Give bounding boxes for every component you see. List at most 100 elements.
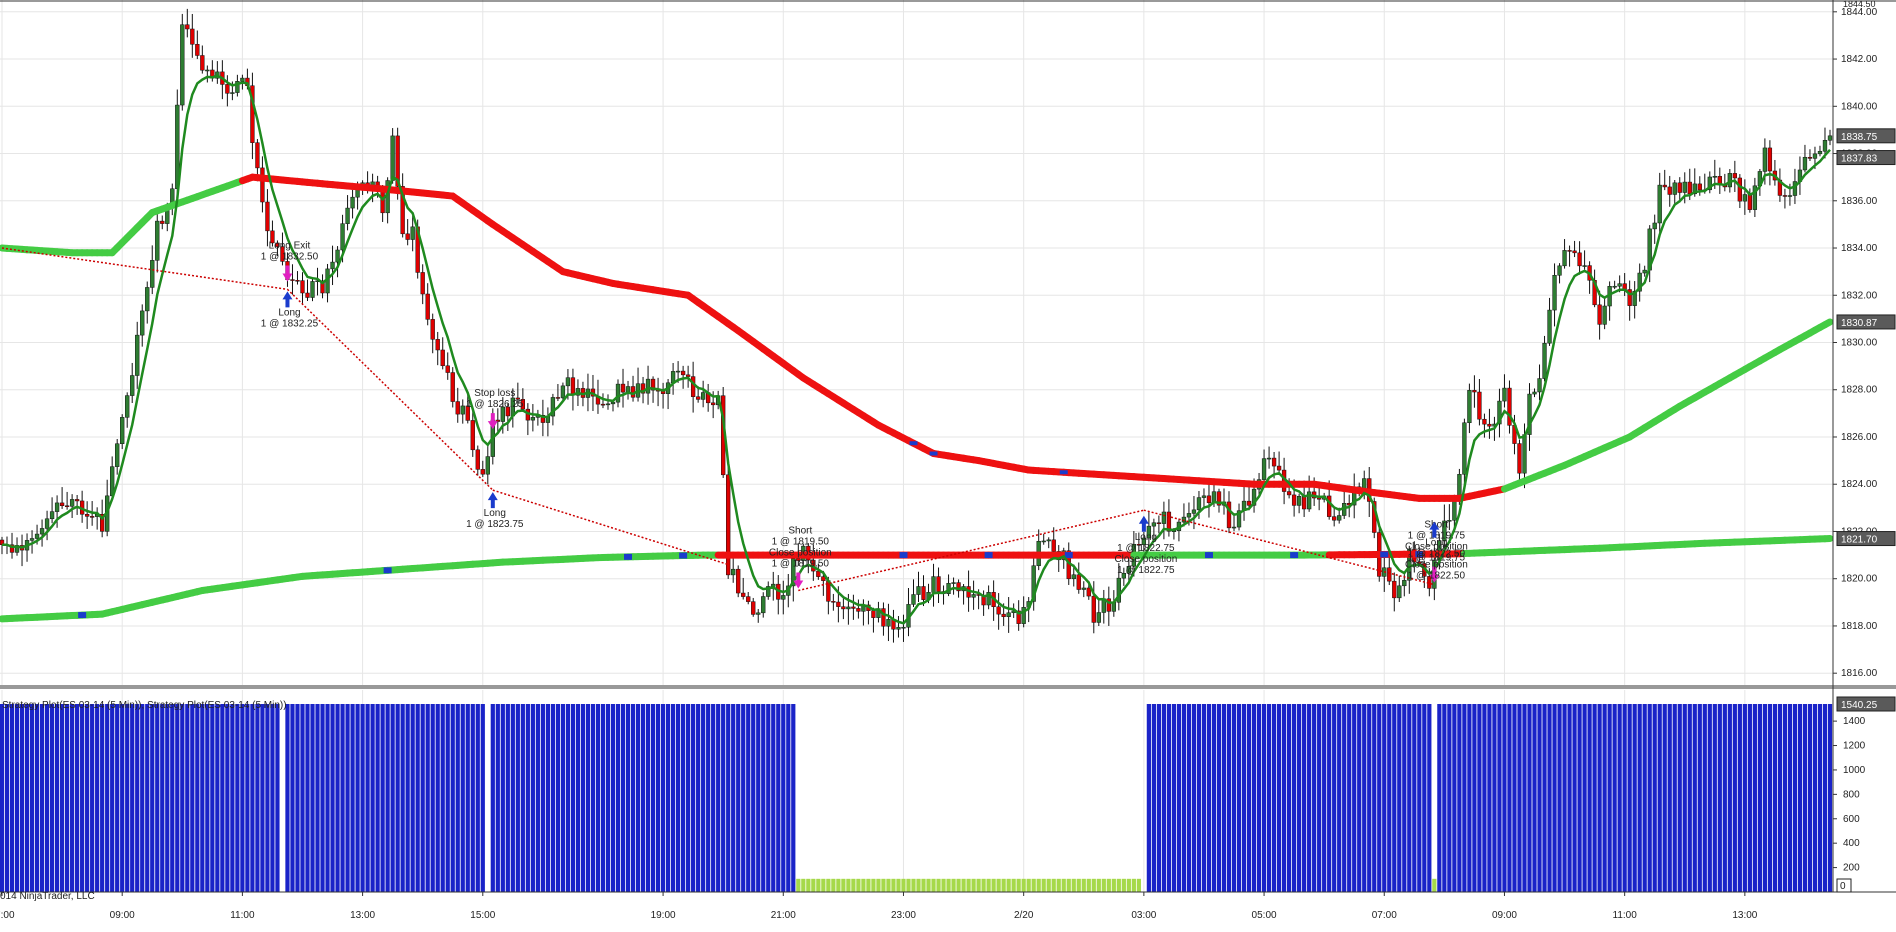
trade-long[interactable]: Long1 @ 1823.75: [466, 492, 524, 530]
candle[interactable]: [1553, 263, 1557, 326]
candle[interactable]: [1262, 449, 1266, 482]
strategy-bar[interactable]: [801, 879, 805, 892]
strategy-bar[interactable]: [611, 704, 615, 892]
strategy-bar[interactable]: [691, 704, 695, 892]
strategy-bar[interactable]: [1202, 704, 1206, 892]
candle[interactable]: [646, 366, 650, 405]
strategy-bar[interactable]: [240, 704, 244, 892]
candle[interactable]: [431, 314, 435, 354]
strategy-bar[interactable]: [371, 704, 375, 892]
candle[interactable]: [406, 219, 410, 245]
strategy-bar[interactable]: [576, 704, 580, 892]
strategy-bar[interactable]: [626, 704, 630, 892]
strategy-bar[interactable]: [1818, 704, 1822, 892]
strategy-bar[interactable]: [841, 879, 845, 892]
candle[interactable]: [326, 264, 330, 302]
candle[interactable]: [691, 362, 695, 413]
strategy-bar[interactable]: [60, 704, 64, 892]
strategy-bar[interactable]: [982, 879, 986, 892]
strategy-bar[interactable]: [260, 704, 264, 892]
strategy-bar[interactable]: [706, 704, 710, 892]
strategy-bar[interactable]: [1728, 704, 1732, 892]
candle[interactable]: [1733, 161, 1737, 192]
candle[interactable]: [185, 9, 189, 37]
strategy-bar[interactable]: [426, 704, 430, 892]
strategy-bar[interactable]: [456, 704, 460, 892]
strategy-bar[interactable]: [1102, 879, 1106, 892]
candle[interactable]: [426, 283, 430, 325]
strategy-bar[interactable]: [1437, 704, 1441, 892]
strategy-bar[interactable]: [200, 704, 204, 892]
strategy-bar[interactable]: [1577, 704, 1581, 892]
candle[interactable]: [115, 439, 119, 475]
strategy-bar[interactable]: [806, 879, 810, 892]
candle[interactable]: [766, 581, 770, 599]
strategy-bar[interactable]: [1457, 704, 1461, 892]
strategy-bar[interactable]: [1162, 704, 1166, 892]
strategy-bar[interactable]: [416, 704, 420, 892]
strategy-bar[interactable]: [105, 704, 109, 892]
strategy-bar[interactable]: [1027, 879, 1031, 892]
strategy-bar[interactable]: [1537, 704, 1541, 892]
strategy-bar[interactable]: [15, 704, 19, 892]
candle[interactable]: [1267, 447, 1271, 469]
candle[interactable]: [1237, 504, 1241, 531]
strategy-bar[interactable]: [756, 704, 760, 892]
strategy-bar[interactable]: [1407, 704, 1411, 892]
candle[interactable]: [1568, 246, 1572, 267]
candle[interactable]: [215, 61, 219, 84]
strategy-bar[interactable]: [1092, 879, 1096, 892]
strategy-bar[interactable]: [596, 704, 600, 892]
candle[interactable]: [140, 304, 144, 346]
candle[interactable]: [1528, 383, 1532, 451]
strategy-bar[interactable]: [1177, 704, 1181, 892]
strategy-bar[interactable]: [305, 704, 309, 892]
strategy-bar[interactable]: [1282, 704, 1286, 892]
strategy-bar[interactable]: [1147, 704, 1151, 892]
strategy-bar[interactable]: [936, 879, 940, 892]
candle[interactable]: [1598, 291, 1602, 340]
candle[interactable]: [1467, 384, 1471, 433]
strategy-bar[interactable]: [1037, 879, 1041, 892]
strategy-bar[interactable]: [1442, 704, 1446, 892]
strategy-bar[interactable]: [946, 879, 950, 892]
strategy-bar[interactable]: [215, 704, 219, 892]
strategy-bar[interactable]: [1252, 704, 1256, 892]
strategy-bar[interactable]: [1352, 704, 1356, 892]
candle[interactable]: [1558, 263, 1562, 283]
strategy-bar[interactable]: [1107, 879, 1111, 892]
strategy-bar[interactable]: [376, 704, 380, 892]
candle[interactable]: [1488, 409, 1492, 439]
strategy-bar[interactable]: [165, 704, 169, 892]
strategy-bar[interactable]: [1212, 704, 1216, 892]
strategy-bar[interactable]: [1012, 879, 1016, 892]
strategy-bar[interactable]: [1337, 704, 1341, 892]
strategy-bar[interactable]: [290, 704, 294, 892]
strategy-bar[interactable]: [701, 704, 705, 892]
strategy-bar[interactable]: [556, 704, 560, 892]
candle[interactable]: [556, 384, 560, 401]
strategy-bar[interactable]: [1312, 704, 1316, 892]
strategy-bar[interactable]: [636, 704, 640, 892]
strategy-bar[interactable]: [791, 704, 795, 892]
trade-long[interactable]: Long1 @ 1832.25: [261, 291, 319, 329]
strategy-bar[interactable]: [1598, 704, 1602, 892]
candle[interactable]: [1332, 508, 1336, 527]
candle[interactable]: [1563, 239, 1567, 269]
strategy-bar[interactable]: [310, 704, 314, 892]
strategy-bar[interactable]: [601, 704, 605, 892]
strategy-plot-panel[interactable]: [0, 704, 1832, 892]
strategy-bar[interactable]: [1718, 704, 1722, 892]
candle[interactable]: [1352, 473, 1356, 518]
strategy-bar[interactable]: [401, 704, 405, 892]
candle[interactable]: [481, 461, 485, 477]
strategy-bar[interactable]: [330, 704, 334, 892]
strategy-bar[interactable]: [1082, 879, 1086, 892]
strategy-bar[interactable]: [641, 704, 645, 892]
strategy-bar[interactable]: [1017, 879, 1021, 892]
strategy-bar[interactable]: [295, 704, 299, 892]
strategy-bar[interactable]: [1733, 704, 1737, 892]
strategy-bar[interactable]: [250, 704, 254, 892]
strategy-bar[interactable]: [190, 704, 194, 892]
candle[interactable]: [291, 264, 295, 294]
